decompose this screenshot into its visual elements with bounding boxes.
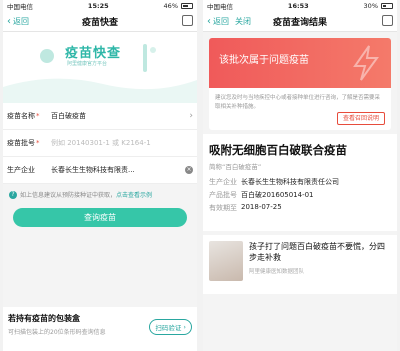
alert-body: 建议您及时与当地疾控中心或者接种单位进行咨询，了解是否需要采取相关补种措施。	[215, 95, 381, 110]
close-button[interactable]: 关闭	[235, 16, 251, 27]
manufacturer-value: 长春长生生物科技有限责任公司	[241, 178, 339, 186]
hero-banner: 疫苗快查 阿里健康官方平台	[3, 32, 197, 103]
question-icon: ?	[9, 190, 17, 199]
query-form: 疫苗名称* 百白破疫苗 › 疫苗批号* 例如 20140301-1 或 K216…	[3, 103, 197, 184]
chevron-right-icon: ›	[183, 323, 186, 331]
hero-logo-text: 疫苗快查	[65, 46, 122, 61]
chevron-right-icon: ›	[189, 111, 193, 121]
vaccine-full-name: 吸附无细胞百白破联合疫苗	[209, 143, 347, 157]
scan-verify-button[interactable]: 扫码验证 ›	[149, 319, 192, 335]
clear-icon[interactable]: ×	[185, 166, 193, 174]
status-bar: 中国电信 16:53 30%	[203, 0, 397, 11]
vaccine-name-label: 疫苗名称	[7, 112, 35, 120]
example-link[interactable]: 点击查看示例	[116, 192, 152, 199]
query-button[interactable]: 查询疫苗	[13, 208, 187, 227]
alert-title: 该批次属于问题疫苗	[219, 55, 309, 66]
hero-slogan: 阿里健康官方平台	[67, 61, 108, 67]
expiry-label: 有效期至	[209, 204, 237, 212]
battery-icon	[381, 2, 393, 9]
batch-number-row: 疫苗批号* 例如 20140301-1 或 K2164-1	[3, 130, 197, 157]
article-title: 孩子打了问题百白破疫苗不要慌，分四步走补救	[249, 242, 385, 262]
recall-info-button[interactable]: 查看召回说明	[336, 112, 385, 125]
expiry-value: 2018-07-25	[241, 203, 282, 211]
vaccine-name-value: 百白破疫苗	[51, 112, 86, 120]
battery-icon	[181, 2, 193, 9]
chevron-left-icon: ‹	[207, 15, 211, 27]
vaccine-info: 吸附无细胞百白破联合疫苗 简称“百白破疫苗” 生产企业 长春长生生物科技有限责任公…	[203, 134, 397, 231]
clock: 15:25	[87, 1, 109, 10]
nav-bar: ‹ 返回 关闭 疫苗查询结果	[203, 11, 397, 32]
battery-percent: 46%	[163, 1, 178, 10]
back-button[interactable]: ‹ 返回	[203, 16, 229, 27]
chevron-left-icon: ‹	[7, 15, 11, 27]
vaccine-alias: 简称“百白破疫苗”	[209, 163, 262, 171]
page-title: 疫苗查询结果	[272, 17, 327, 28]
right-screen: 中国电信 16:53 30% ‹ 返回 关闭 疫苗查询结果 该批次属于问题疫苗 建…	[203, 0, 397, 351]
status-bar: 中国电信 15:25 46%	[3, 0, 197, 11]
manufacturer-label: 生产企业	[7, 166, 35, 174]
manufacturer-label: 生产企业	[209, 178, 237, 186]
hint-text: ? 如上信息建议从预防接种证中获取，点击查看示例	[3, 184, 197, 205]
nav-bar: ‹ 返回 疫苗快查	[3, 11, 197, 32]
article-card[interactable]: 孩子打了问题百白破疫苗不要慌，分四步走补救 阿里健康医知数据团队	[203, 235, 397, 294]
batch-label: 产品批号	[209, 191, 237, 199]
carrier-label: 中国电信	[207, 2, 233, 11]
carrier-label: 中国电信	[7, 2, 33, 11]
batch-value: 百白破201605014-01	[241, 191, 314, 199]
manufacturer-value: 长春长生生物科技有限责...	[51, 166, 135, 174]
scan-card: 若持有疫苗的包装盒 可扫描包装上的20位条形码查询信息 扫码验证 ›	[3, 307, 197, 351]
article-source: 阿里健康医知数据团队	[249, 269, 305, 275]
manufacturer-row[interactable]: 生产企业* 长春长生生物科技有限责... ×	[3, 157, 197, 184]
share-icon[interactable]	[182, 15, 193, 26]
batch-number-label: 疫苗批号	[7, 139, 35, 147]
share-icon[interactable]	[382, 15, 393, 26]
article-thumbnail	[209, 241, 243, 281]
left-screen: 中国电信 15:25 46% ‹ 返回 疫苗快查 疫苗快查 阿里健康官方平台 疫苗…	[3, 0, 197, 351]
clock: 16:53	[287, 1, 309, 10]
vaccine-name-row[interactable]: 疫苗名称* 百白破疫苗 ›	[3, 103, 197, 130]
problem-alert-card: 该批次属于问题疫苗 建议您及时与当地疾控中心或者接种单位进行咨询，了解是否需要采…	[209, 38, 391, 130]
back-button[interactable]: ‹ 返回	[3, 16, 29, 27]
lightning-icon	[353, 45, 379, 81]
batch-number-input[interactable]: 例如 20140301-1 或 K2164-1	[51, 138, 193, 148]
page-title: 疫苗快查	[81, 17, 118, 28]
battery-percent: 30%	[363, 1, 378, 10]
